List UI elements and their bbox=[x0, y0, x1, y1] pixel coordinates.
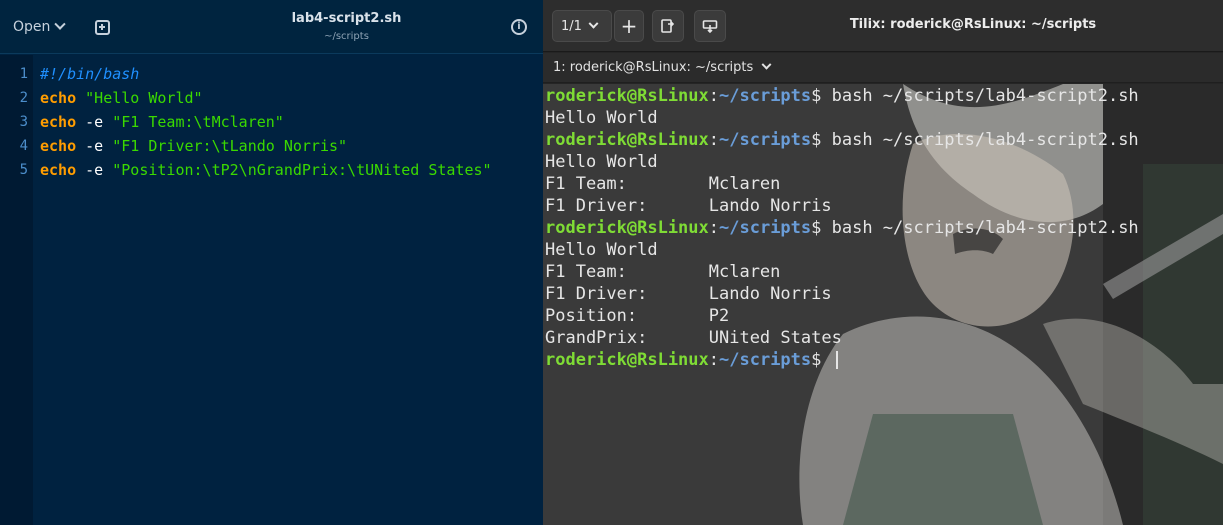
argument-token: -e bbox=[76, 161, 113, 179]
terminal-line: F1 Team: Mclaren bbox=[545, 174, 781, 194]
session-switcher-button[interactable]: 1/1 bbox=[552, 10, 612, 42]
prompt-user: roderick@RsLinux bbox=[545, 86, 709, 106]
prompt-symbol: $ bbox=[811, 218, 832, 238]
terminal-line: F1 Team: Mclaren bbox=[545, 262, 781, 282]
keyword-token: echo bbox=[40, 137, 77, 155]
code-line: #!/bin/bash bbox=[40, 62, 139, 86]
window-title: Tilix: roderick@RsLinux: ~/scripts bbox=[849, 17, 1097, 32]
chevron-down-icon bbox=[54, 18, 67, 30]
split-down-button[interactable] bbox=[694, 10, 726, 42]
terminal-tab-label: 1: roderick@RsLinux: ~/scripts bbox=[553, 60, 754, 75]
prompt-separator: : bbox=[708, 130, 720, 150]
terminal-line: Position: P2 bbox=[545, 306, 730, 326]
terminal-tab-bar: 1: roderick@RsLinux: ~/scripts bbox=[543, 53, 1223, 83]
line-number: 2 bbox=[19, 90, 28, 106]
keyword-token: echo bbox=[40, 89, 77, 107]
info-glyph: i bbox=[517, 21, 521, 32]
command-text: bash ~/scripts/lab4-script2.sh bbox=[831, 218, 1139, 238]
code-line: echo -e "F1 Team:\tMclaren" bbox=[40, 110, 284, 134]
editor-body: 1 2 3 4 5 #!/bin/bash echo "Hello World"… bbox=[0, 55, 543, 525]
prompt-symbol: $ bbox=[811, 350, 832, 370]
info-icon[interactable]: i bbox=[511, 19, 527, 35]
prompt-path: ~/scripts bbox=[719, 350, 812, 370]
terminal-headerbar: 1/1 + Tilix: roderick@RsLinux: ~/scripts bbox=[543, 0, 1223, 52]
document-path: ~/scripts bbox=[324, 31, 369, 42]
chevron-down-icon bbox=[761, 59, 772, 70]
terminal-line: roderick@RsLinux:~/scripts$ bbox=[545, 349, 838, 371]
prompt-symbol: $ bbox=[811, 130, 832, 150]
prompt-user: roderick@RsLinux bbox=[545, 350, 709, 370]
add-session-button[interactable]: + bbox=[614, 10, 644, 42]
string-token: "Hello World" bbox=[85, 89, 203, 107]
terminal-line: GrandPrix: UNited States bbox=[545, 328, 842, 348]
string-token: "F1 Driver:\tLando Norris" bbox=[112, 137, 348, 155]
prompt-separator: : bbox=[708, 86, 720, 106]
open-button[interactable]: Open bbox=[6, 12, 71, 42]
line-number: 4 bbox=[19, 138, 28, 154]
prompt-path: ~/scripts bbox=[719, 130, 812, 150]
line-number: 3 bbox=[19, 114, 28, 130]
shebang-comment: #!/bin/bash bbox=[40, 65, 140, 83]
prompt-separator: : bbox=[708, 350, 720, 370]
string-token: "F1 Team:\tMclaren" bbox=[112, 113, 284, 131]
editor-headerbar: Open lab4-script2.sh ~/scripts i bbox=[0, 0, 543, 54]
terminal-line: Hello World bbox=[545, 152, 658, 172]
text-editor-window: Open lab4-script2.sh ~/scripts i 1 2 3 4… bbox=[0, 0, 543, 525]
tilix-terminal-window: 1/1 + Tilix: roderick@RsLinux: ~/scripts… bbox=[543, 0, 1223, 525]
session-count: 1/1 bbox=[561, 18, 582, 34]
split-right-button[interactable] bbox=[652, 10, 684, 42]
argument-token bbox=[76, 86, 85, 110]
terminal-line: Hello World bbox=[545, 240, 658, 260]
line-number: 1 bbox=[19, 66, 28, 82]
terminal-tab[interactable]: 1: roderick@RsLinux: ~/scripts bbox=[553, 59, 772, 75]
terminal-output-area[interactable]: roderick@RsLinux:~/scripts$ bash ~/scrip… bbox=[543, 84, 1223, 525]
new-tab-button[interactable] bbox=[90, 14, 114, 40]
terminal-line: roderick@RsLinux:~/scripts$ bash ~/scrip… bbox=[545, 129, 1139, 151]
terminal-line: F1 Driver: Lando Norris bbox=[545, 196, 832, 216]
code-line: echo -e "F1 Driver:\tLando Norris" bbox=[40, 134, 347, 158]
string-token: "Position:\tP2\nGrandPrix:\tUNited State… bbox=[112, 161, 492, 179]
command-text: bash ~/scripts/lab4-script2.sh bbox=[831, 130, 1139, 150]
argument-token: -e bbox=[76, 137, 113, 155]
plus-icon: + bbox=[620, 14, 638, 38]
document-title: lab4-script2.sh bbox=[291, 11, 402, 26]
prompt-separator: : bbox=[708, 218, 720, 238]
prompt-path: ~/scripts bbox=[719, 86, 812, 106]
terminal-line: roderick@RsLinux:~/scripts$ bash ~/scrip… bbox=[545, 85, 1139, 107]
keyword-token: echo bbox=[40, 113, 77, 131]
prompt-symbol: $ bbox=[811, 86, 832, 106]
argument-token: -e bbox=[76, 113, 113, 131]
terminal-line: F1 Driver: Lando Norris bbox=[545, 284, 832, 304]
prompt-user: roderick@RsLinux bbox=[545, 130, 709, 150]
code-line: echo "Hello World" bbox=[40, 86, 203, 110]
terminal-line: Hello World bbox=[545, 108, 658, 128]
line-number: 5 bbox=[19, 162, 28, 178]
prompt-user: roderick@RsLinux bbox=[545, 218, 709, 238]
terminal-line: roderick@RsLinux:~/scripts$ bash ~/scrip… bbox=[545, 217, 1139, 239]
open-label: Open bbox=[13, 19, 51, 35]
chevron-down-icon bbox=[588, 18, 599, 29]
prompt-path: ~/scripts bbox=[719, 218, 812, 238]
command-text: bash ~/scripts/lab4-script2.sh bbox=[831, 86, 1139, 106]
new-document-icon bbox=[94, 19, 110, 35]
keyword-token: echo bbox=[40, 161, 77, 179]
code-line: echo -e "Position:\tP2\nGrandPrix:\tUNit… bbox=[40, 158, 492, 182]
text-cursor bbox=[835, 351, 838, 369]
split-down-icon bbox=[702, 20, 718, 34]
split-right-icon bbox=[661, 19, 675, 33]
